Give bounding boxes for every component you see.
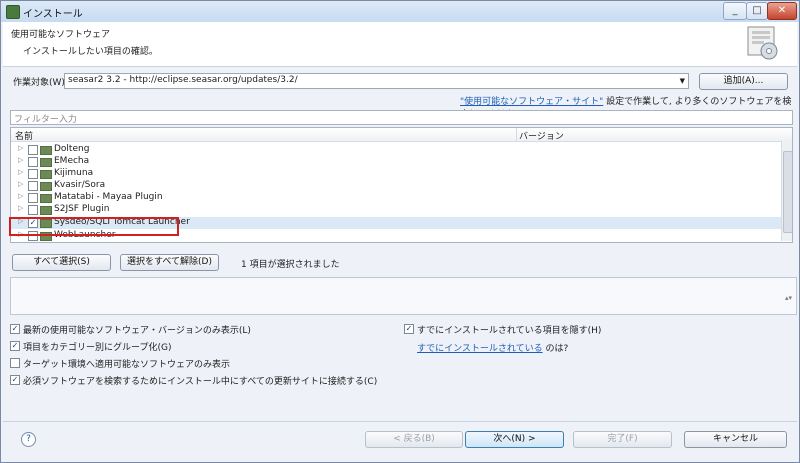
installed-row: すでにインストールされている のは? — [417, 341, 568, 354]
cancel-button[interactable]: キャンセル — [684, 431, 787, 448]
maximize-button[interactable]: □ — [746, 2, 768, 20]
next-button[interactable]: 次へ(N) > — [465, 431, 564, 448]
spinner-icon[interactable]: ▴▾ — [785, 294, 792, 302]
latest-only-checkbox[interactable]: ✓ — [10, 324, 20, 334]
row-name: Dolteng — [54, 144, 90, 154]
install-banner-icon — [747, 26, 778, 60]
row-checkbox[interactable] — [28, 169, 38, 179]
category-icon — [40, 158, 52, 167]
contact-sites-label: 必須ソフトウェアを検索するためにインストール中にすべての更新サイトに接続する(C… — [23, 377, 378, 387]
row-checkbox[interactable] — [28, 205, 38, 215]
installed-suffix: のは? — [542, 344, 569, 354]
filter-placeholder: フィルター入力 — [14, 115, 77, 125]
row-checkbox[interactable] — [28, 193, 38, 203]
row-checkbox[interactable] — [28, 181, 38, 191]
column-divider — [516, 128, 517, 141]
expand-arrow-icon[interactable]: ▷ — [18, 204, 23, 212]
selection-status: 1 項目が選択されました — [241, 260, 340, 270]
scrollbar-thumb[interactable] — [783, 151, 792, 233]
group-by-category-label: 項目をカテゴリー別にグループ化(G) — [23, 343, 172, 353]
tree-row[interactable]: ▷ Dolteng — [11, 144, 781, 156]
expand-arrow-icon[interactable]: ▷ — [18, 156, 23, 164]
hide-installed-checkbox[interactable]: ✓ — [404, 324, 414, 334]
category-icon — [40, 206, 52, 215]
row-name: EMecha — [54, 156, 90, 166]
details-area: ▴▾ — [10, 277, 797, 315]
expand-arrow-icon[interactable]: ▷ — [18, 192, 23, 200]
site-combo[interactable]: seasar2 3.2 - http://eclipse.seasar.org/… — [64, 73, 689, 89]
close-button[interactable]: ✕ — [767, 2, 797, 20]
target-only-label: ターゲット環境へ適用可能なソフトウェアのみ表示 — [23, 360, 231, 370]
tree-row[interactable]: ▷ Kijimuna — [11, 168, 781, 180]
target-only-checkbox[interactable] — [10, 358, 20, 368]
row-checkbox[interactable] — [28, 145, 38, 155]
available-sites-link[interactable]: "使用可能なソフトウェア・サイト" — [460, 97, 603, 107]
site-label: 作業対象(W): — [13, 78, 68, 88]
column-version[interactable]: バージョン — [519, 129, 564, 142]
highlight-box — [9, 217, 179, 236]
chevron-down-icon[interactable]: ▼ — [680, 77, 685, 85]
minimize-button[interactable]: _ — [723, 2, 747, 20]
column-name[interactable]: 名前 — [15, 129, 33, 142]
site-value: seasar2 3.2 - http://eclipse.seasar.org/… — [68, 75, 298, 85]
select-all-button[interactable]: すべて選択(S) — [12, 254, 111, 271]
tree-row[interactable]: ▷ Kvasir/Sora — [11, 180, 781, 192]
row-checkbox[interactable] — [28, 157, 38, 167]
installed-link[interactable]: すでにインストールされている — [417, 344, 543, 354]
group-by-category-checkbox[interactable]: ✓ — [10, 341, 20, 351]
tree-row[interactable]: ▷ S2JSF Plugin — [11, 204, 781, 216]
latest-only-label: 最新の使用可能なソフトウェア・バージョンのみ表示(L) — [23, 326, 251, 336]
contact-sites-checkbox[interactable]: ✓ — [10, 375, 20, 385]
hide-installed-label: すでにインストールされている項目を隠す(H) — [417, 326, 602, 336]
tree-row[interactable]: ▷ Matatabi - Mayaa Plugin — [11, 192, 781, 204]
filter-input[interactable]: フィルター入力 — [10, 110, 793, 125]
tree-header: 名前 バージョン — [11, 128, 792, 142]
page-subtitle: インストールしたい項目の確認。 — [23, 47, 158, 57]
tree-scrollbar[interactable] — [781, 141, 792, 241]
row-name: Kvasir/Sora — [54, 180, 106, 190]
row-name: Matatabi - Mayaa Plugin — [54, 192, 163, 202]
dialog-header: 使用可能なソフトウェア インストールしたい項目の確認。 — [3, 22, 797, 67]
category-icon — [40, 194, 52, 203]
tree-row[interactable]: ▷ EMecha — [11, 156, 781, 168]
window-title: インストール — [23, 9, 83, 20]
page-title: 使用可能なソフトウェア — [11, 30, 111, 40]
row-name: Kijimuna — [54, 168, 94, 178]
row-name: S2JSF Plugin — [54, 204, 110, 214]
category-icon — [40, 170, 52, 179]
app-icon — [6, 5, 20, 19]
category-icon — [40, 182, 52, 191]
deselect-all-button[interactable]: 選択をすべて解除(D) — [120, 254, 219, 271]
back-button[interactable]: < 戻る(B) — [365, 431, 463, 448]
title-bar: インストール _ □ ✕ — [1, 1, 799, 22]
finish-button[interactable]: 完了(F) — [573, 431, 672, 448]
help-icon[interactable]: ? — [21, 432, 36, 447]
footer-divider — [3, 421, 797, 422]
install-dialog: インストール _ □ ✕ 使用可能なソフトウェア インストールしたい項目の確認。… — [0, 0, 800, 463]
expand-arrow-icon[interactable]: ▷ — [18, 144, 23, 152]
expand-arrow-icon[interactable]: ▷ — [18, 180, 23, 188]
expand-arrow-icon[interactable]: ▷ — [18, 168, 23, 176]
add-site-button[interactable]: 追加(A)... — [699, 73, 788, 90]
category-icon — [40, 146, 52, 155]
